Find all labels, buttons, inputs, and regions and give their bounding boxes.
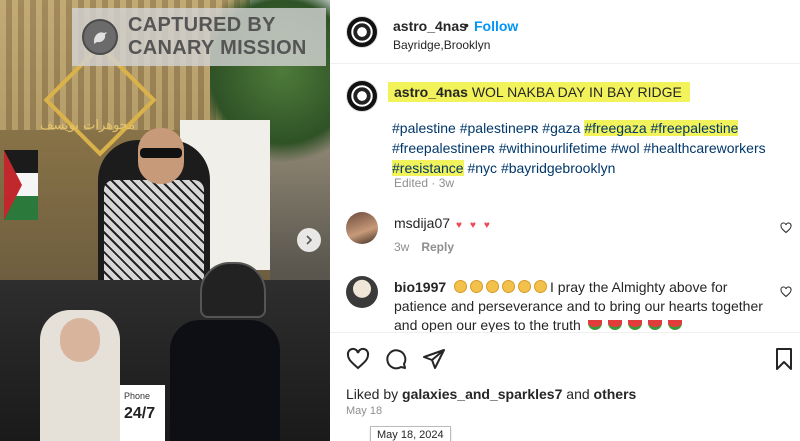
comment-username[interactable]: msdija07 (394, 215, 450, 231)
liked-by-user[interactable]: galaxies_and_sparkles7 (402, 386, 562, 402)
caption-username[interactable]: astro_4nas (394, 84, 468, 100)
store-sign-text: مجوهرات بويسف (40, 118, 136, 133)
canary-bird-icon (82, 19, 118, 55)
caption-headline: astro_4nas WOL NAKBA DAY IN BAY RIDGE (388, 82, 690, 102)
heart-emoji: ♥♥♥ (456, 220, 498, 231)
author-avatar[interactable] (346, 16, 378, 48)
caption-avatar[interactable] (346, 80, 378, 112)
post-location[interactable]: Bayridge,Brooklyn (393, 38, 490, 52)
comment-meta: 3w Reply (394, 240, 454, 254)
hashtags-highlighted-2[interactable]: #resistance (392, 160, 464, 176)
share-icon[interactable] (422, 347, 446, 371)
hashtags-line-2[interactable]: #freepalestineᴘʀ #withinourlifetime #wol… (392, 140, 766, 156)
phone-sign: Phone 24/7 (120, 385, 165, 441)
watermark: CAPTURED BY CANARY MISSION (72, 8, 326, 66)
follow-button[interactable]: Follow (474, 18, 518, 34)
post-actions: Liked by galaxies_and_sparkles7 and othe… (330, 332, 800, 441)
heart-icon[interactable] (780, 222, 792, 234)
next-media-button[interactable] (297, 228, 321, 252)
post-date[interactable]: May 18 (346, 405, 382, 417)
comment-avatar[interactable] (346, 276, 378, 308)
comment-username[interactable]: bio1997 (394, 279, 446, 295)
comment-row: bio1997 I pray the Almighty above for pa… (394, 278, 774, 335)
watermark-line-2: CANARY MISSION (128, 37, 307, 59)
phone-sign-number: 24/7 (124, 405, 156, 422)
sunglasses (140, 148, 182, 158)
palestinian-flag (4, 150, 38, 220)
caption-text: WOL NAKBA DAY IN BAY RIDGE (471, 84, 682, 100)
comment-text: I pray the Almighty above for patience a… (394, 279, 763, 333)
phone-sign-label: Phone (124, 391, 151, 401)
header-separator: • (464, 17, 469, 33)
post-media[interactable]: مجوهرات بويسف Phone 24/7 CAPTURED BY CAN… (0, 0, 330, 441)
like-heart-icon[interactable] (346, 347, 370, 371)
watermelon-emoji (585, 317, 685, 333)
reply-button[interactable]: Reply (421, 240, 454, 254)
hashtags-line-3[interactable]: #nyc #bayridgebrooklyn (464, 160, 615, 176)
comment-avatar[interactable] (346, 212, 378, 244)
post-panel: astro_4nas • Follow Bayridge,Brooklyn as… (330, 0, 800, 441)
watermark-line-1: CAPTURED BY (128, 14, 276, 36)
liked-by-summary: Liked by galaxies_and_sparkles7 and othe… (346, 386, 636, 402)
caption-edited-time: Edited · 3w (394, 176, 455, 190)
liked-by-middle: and (562, 386, 594, 402)
post-header: astro_4nas • Follow Bayridge,Brooklyn (330, 0, 800, 64)
heart-icon[interactable] (780, 286, 792, 298)
hashtags-highlighted-1[interactable]: #freegaza #freepalestine (584, 120, 739, 136)
bookmark-icon[interactable] (772, 347, 796, 371)
hashtags-line-1[interactable]: #palestine #palestineᴘʀ #gaza (392, 120, 584, 136)
liked-by-others[interactable]: others (594, 386, 637, 402)
chevron-right-icon (306, 235, 313, 245)
comment-age: 3w (394, 240, 410, 254)
liked-by-prefix: Liked by (346, 386, 403, 402)
person-face (60, 318, 100, 362)
grimace-emoji (454, 279, 550, 295)
author-username[interactable]: astro_4nas (393, 18, 467, 34)
date-tooltip: May 18, 2024 (370, 426, 451, 441)
police-helmet (200, 262, 266, 318)
police-officer (170, 320, 280, 441)
comment-icon[interactable] (384, 347, 408, 371)
comment-row: msdija07 ♥♥♥ (394, 215, 498, 231)
caption-hashtags[interactable]: #palestine #palestineᴘʀ #gaza #freegaza … (392, 118, 792, 178)
